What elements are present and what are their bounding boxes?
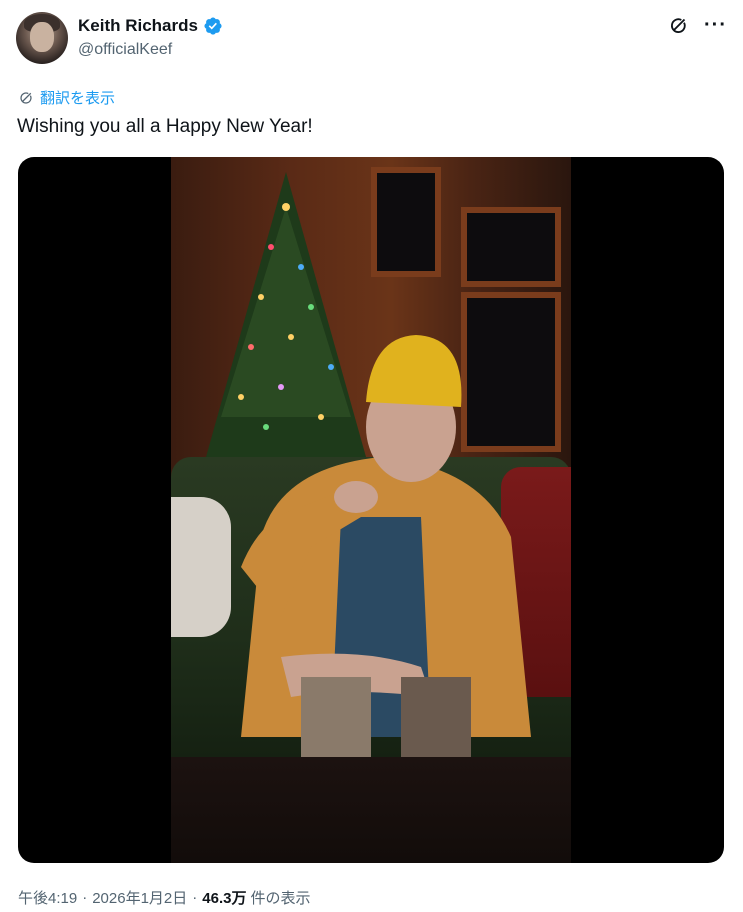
meta-separator: ·	[82, 889, 88, 906]
translate-link[interactable]: 翻訳を表示	[18, 87, 115, 108]
views-label: 件の表示	[250, 890, 311, 907]
display-name[interactable]: Keith Richards	[78, 16, 198, 36]
post-date[interactable]: 2026年1月2日	[92, 887, 187, 908]
verified-badge-icon	[204, 17, 222, 35]
tweet-header: Keith Richards @officialKeef ···	[16, 12, 727, 64]
grok-icon[interactable]	[668, 14, 690, 36]
more-icon[interactable]: ···	[704, 15, 727, 35]
post-time[interactable]: 午後4:19	[18, 887, 77, 908]
avatar[interactable]	[16, 12, 68, 64]
name-row: Keith Richards	[78, 16, 223, 36]
window-right	[461, 207, 561, 287]
views-count: 46.3万	[202, 890, 247, 907]
avatar-face	[30, 22, 54, 52]
tweet-meta: 午後4:19 · 2026年1月2日 · 46.3万 件の表示	[18, 887, 310, 908]
translate-icon	[20, 92, 32, 104]
floor	[171, 757, 571, 863]
header-actions: ···	[668, 14, 727, 36]
translate-label: 翻訳を表示	[40, 90, 116, 107]
window-left	[371, 167, 441, 277]
meta-separator: ·	[192, 889, 198, 906]
person-image	[241, 335, 531, 757]
video-frame[interactable]	[171, 157, 571, 863]
video-player[interactable]	[18, 157, 724, 863]
handle[interactable]: @officialKeef	[78, 41, 172, 59]
tweet-text: Wishing you all a Happy New Year!	[17, 116, 313, 137]
